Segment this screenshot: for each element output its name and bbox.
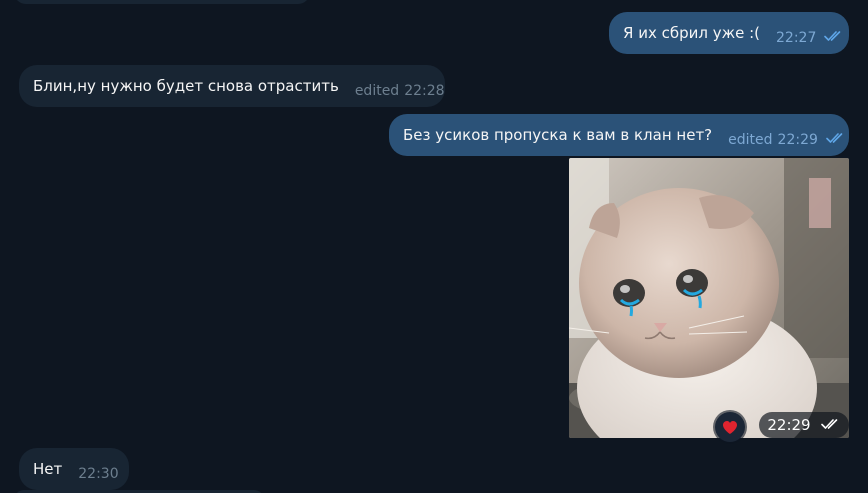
kitten-photo — [569, 158, 849, 438]
edited-label: edited — [728, 132, 773, 148]
double-check-icon — [824, 30, 844, 46]
incoming-message[interactable]: Блин,ну нужно будет снова отрастить edit… — [19, 65, 445, 107]
message-meta: edited 22:28 — [355, 83, 445, 99]
outgoing-message[interactable]: Я их сбрил уже :( 22:27 — [609, 12, 849, 54]
photo-message[interactable] — [569, 158, 849, 438]
message-meta: 22:30 — [78, 466, 118, 482]
chat-area: Я их сбрил уже :( 22:27 Блин,ну нужно бу… — [0, 0, 868, 493]
outgoing-message[interactable]: Без усиков пропуска к вам в клан нет? ed… — [389, 114, 849, 156]
message-text: Без усиков пропуска к вам в клан нет? — [403, 126, 713, 144]
heart-reaction-icon[interactable] — [715, 412, 745, 442]
message-bubble-partial[interactable] — [14, 0, 310, 4]
incoming-message[interactable]: Нет 22:30 — [19, 448, 129, 490]
message-time: 22:27 — [776, 30, 817, 46]
double-check-icon — [826, 132, 846, 148]
message-time: 22:29 — [767, 416, 811, 434]
edited-label: edited — [354, 83, 400, 99]
message-text: Блин,ну нужно будет снова отрастить — [33, 77, 339, 95]
message-meta: 22:27 — [776, 30, 844, 46]
double-check-icon — [820, 416, 841, 434]
message-text: Нет — [33, 460, 63, 478]
photo-time-badge: 22:29 — [759, 412, 849, 438]
message-time: 22:29 — [777, 132, 818, 148]
message-time: 22:28 — [404, 83, 445, 99]
message-meta: edited 22:29 — [728, 132, 846, 148]
message-time: 22:30 — [78, 466, 119, 482]
message-text: Я их сбрил уже :( — [623, 24, 760, 42]
